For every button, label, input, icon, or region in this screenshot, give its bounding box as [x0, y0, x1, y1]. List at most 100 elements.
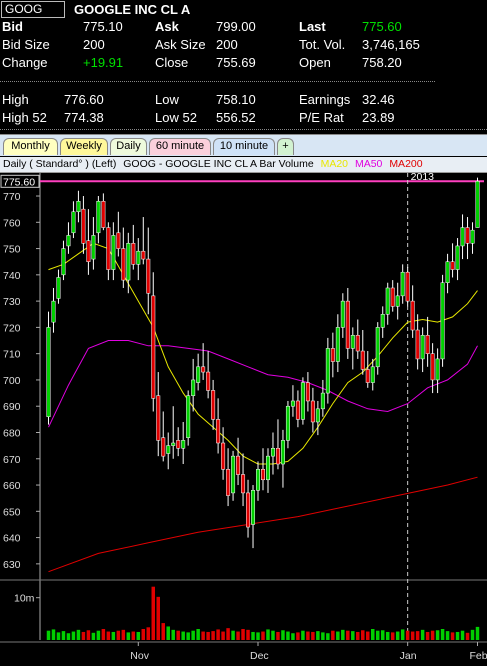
- volume-bar: [121, 629, 126, 640]
- volume-bar: [106, 631, 111, 640]
- volume-bar: [445, 631, 450, 640]
- candle-body: [186, 395, 191, 438]
- chart-header: Daily ( Standard° ) (Left) GOOG - GOOGLE…: [0, 157, 487, 173]
- volume-bar: [281, 630, 285, 640]
- volume-bar: [331, 630, 335, 640]
- candle-body: [380, 314, 385, 328]
- volume-bar: [385, 631, 390, 640]
- candle-body: [325, 348, 330, 394]
- low52-value: 556.52: [216, 110, 256, 125]
- volume-bar: [390, 632, 395, 640]
- volume-bar: [356, 631, 360, 640]
- price-tick-label: 770: [3, 191, 21, 203]
- candle-body: [445, 261, 450, 283]
- volume-bar: [76, 629, 81, 640]
- candle-body: [151, 295, 156, 399]
- last-label: Last: [299, 19, 326, 34]
- candle-body: [246, 492, 251, 528]
- close-value: 755.69: [216, 55, 256, 70]
- tab-10-minute[interactable]: 10 minute: [213, 138, 275, 155]
- volume-bar: [346, 630, 350, 640]
- candle-body: [365, 369, 370, 383]
- volume-bar: [311, 631, 315, 640]
- volume-bar: [395, 631, 400, 640]
- price-tick-label: 720: [3, 322, 21, 334]
- volume-bar: [380, 630, 385, 640]
- candle-body: [161, 437, 166, 457]
- divider: [0, 129, 487, 130]
- candle-body: [390, 287, 395, 307]
- volume-bar: [301, 630, 305, 640]
- volume-bar: [71, 631, 76, 640]
- ask-label: Ask: [155, 19, 179, 34]
- price-tick-label: 690: [3, 401, 21, 413]
- price-tick-label: 680: [3, 427, 21, 439]
- volume-bar: [460, 630, 465, 640]
- price-tick-label: 660: [3, 480, 21, 492]
- change-value: +19.91: [83, 55, 124, 70]
- tab-monthly[interactable]: Monthly: [3, 138, 58, 155]
- candle-body: [435, 358, 440, 381]
- high52-label: High 52: [2, 110, 47, 125]
- candle-body: [315, 408, 320, 423]
- candle-body: [116, 232, 121, 249]
- bid-label: Bid: [2, 19, 23, 34]
- ma50-line: [48, 340, 478, 428]
- volume-bar: [96, 630, 101, 640]
- volume-bar: [465, 632, 470, 640]
- candle-body: [141, 250, 146, 260]
- tab-daily[interactable]: Daily: [110, 138, 147, 155]
- symbol-input[interactable]: GOOG: [1, 1, 65, 18]
- bidsize-value: 200: [83, 37, 105, 52]
- candle-body: [106, 227, 111, 270]
- candle-body: [460, 227, 465, 247]
- volume-bar: [296, 632, 300, 640]
- volume-bar: [151, 586, 155, 640]
- volume-bar: [231, 630, 235, 640]
- candle-body: [121, 248, 126, 281]
- volume-bar: [126, 632, 131, 640]
- volume-bar: [261, 631, 265, 640]
- candle-body: [400, 271, 405, 297]
- volume-bar: [156, 596, 160, 640]
- chart-mode-label[interactable]: Daily ( Standard° ) (Left): [3, 158, 116, 170]
- price-chart[interactable]: 630 640 650 660 670 680 690 700 710 720 730 740 750 7…: [0, 171, 487, 666]
- candle-body: [216, 419, 221, 444]
- candle-body: [370, 366, 375, 383]
- legend-ma50: MA50: [354, 158, 383, 170]
- volume-bar: [351, 631, 355, 640]
- candle-body: [375, 327, 380, 368]
- volume-bar: [91, 632, 96, 640]
- volume-bar: [440, 629, 445, 640]
- close-label: Close: [155, 55, 189, 70]
- candle-body: [176, 440, 181, 449]
- month-label: Feb: [470, 650, 487, 662]
- tab-add-button[interactable]: +: [277, 138, 294, 155]
- legend-ma20: MA20: [320, 158, 349, 170]
- candle-body: [440, 282, 445, 360]
- candle-body: [285, 405, 290, 441]
- low-value: 758.10: [216, 92, 256, 107]
- candle-body: [455, 245, 460, 270]
- volume-bar: [256, 632, 260, 640]
- candle-body: [86, 240, 91, 262]
- price-tick-label: 640: [3, 533, 21, 545]
- volume-bar: [46, 630, 51, 640]
- volume-bar: [161, 623, 165, 640]
- candle-body: [420, 335, 425, 360]
- bidsize-label: Bid Size: [2, 37, 50, 52]
- volume-bar: [176, 630, 180, 640]
- volume-bar: [66, 633, 71, 640]
- volume-bar: [51, 629, 56, 640]
- candle-body: [330, 348, 335, 362]
- tab-60-minute[interactable]: 60 minute: [149, 138, 211, 155]
- candle-body: [61, 248, 66, 276]
- high-label: High: [2, 92, 29, 107]
- year-label: 2013: [411, 173, 435, 183]
- volume-bar: [146, 627, 151, 640]
- candle-body: [231, 455, 236, 494]
- volume-bar: [341, 629, 345, 640]
- volume-bar: [400, 629, 405, 640]
- tab-weekly[interactable]: Weekly: [60, 138, 108, 155]
- candle-body: [241, 474, 246, 494]
